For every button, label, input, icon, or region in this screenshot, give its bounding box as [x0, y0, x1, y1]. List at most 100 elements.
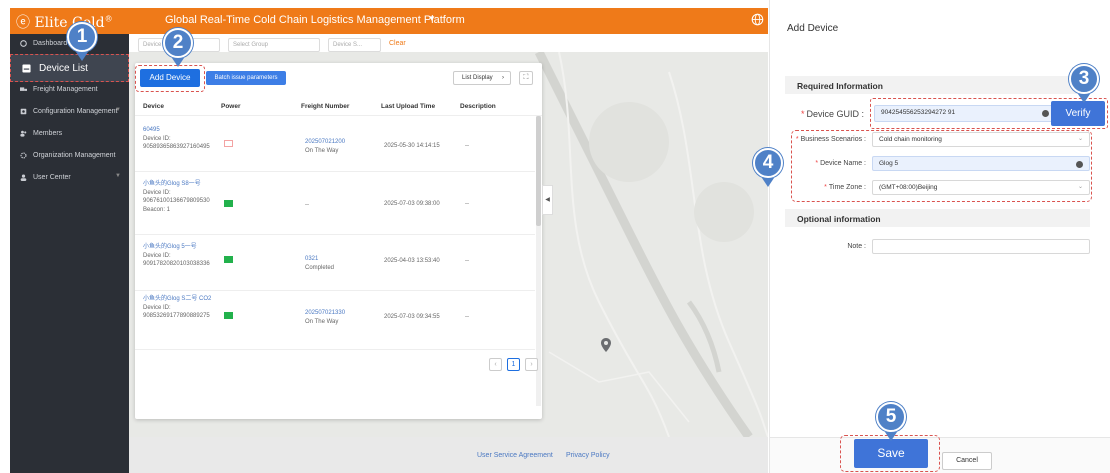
required-mark: *	[815, 160, 819, 167]
device-name-input[interactable]: Glog 5	[872, 156, 1090, 171]
user-icon	[20, 174, 27, 181]
cancel-button[interactable]: Cancel	[942, 452, 992, 470]
device-name-label: * Device Name :	[794, 160, 866, 167]
device-id-value: 90676100136679809530	[143, 198, 210, 204]
note-input[interactable]	[872, 239, 1090, 254]
save-button[interactable]: Save	[854, 439, 928, 468]
device-cell: 小鱼头的Glog 5一号 Device ID: 9091782082010303…	[143, 243, 218, 269]
table-row[interactable]: 小鱼头的Glog S8一号 Device ID: 906761001366798…	[135, 173, 535, 235]
freight-number-link[interactable]: 202507021200	[305, 138, 345, 147]
freight-status: On The Way	[305, 147, 339, 154]
table-row[interactable]: 小鱼头的Glog S二号 CO2 Device ID: 908532691778…	[135, 292, 535, 350]
sidebar-item-label: Device List	[39, 63, 88, 74]
clear-input-icon[interactable]	[1042, 110, 1049, 117]
verify-button[interactable]: Verify	[1051, 101, 1105, 126]
step-badge-pointer	[1078, 94, 1090, 103]
top-bar: ⓔ Elite Cold® Global Real-Time Cold Chai…	[10, 8, 768, 34]
fullscreen-icon[interactable]: ⛶	[519, 71, 533, 85]
table-row[interactable]: 60495 Device ID: 90589365863927160495 20…	[135, 117, 535, 172]
clear-filters-link[interactable]: Clear	[389, 40, 406, 47]
description: --	[465, 314, 469, 320]
column-header-power: Power	[221, 103, 241, 110]
list-display-label: List Display	[462, 75, 493, 81]
privacy-policy-link[interactable]: Privacy Policy	[566, 452, 610, 459]
guid-label: * Device GUID :	[790, 109, 864, 119]
freight-status: Completed	[305, 264, 335, 271]
device-name-link[interactable]: 小鱼头的Glog S二号 CO2	[143, 295, 218, 304]
app-root: ⓔ Elite Cold® Global Real-Time Cold Chai…	[0, 0, 1110, 473]
logo-icon: ⓔ	[16, 15, 30, 31]
device-icon	[22, 64, 31, 73]
user-agreement-link[interactable]: User Service Agreement	[477, 452, 553, 459]
step-badge-5: 5	[876, 402, 906, 432]
brand-mark: ®	[104, 14, 113, 24]
clear-input-icon[interactable]	[1076, 161, 1083, 168]
device-name-link[interactable]: 小鱼头的Glog S8一号	[143, 180, 218, 189]
step-badge-pointer	[885, 432, 897, 441]
group-select[interactable]: Select Group	[228, 38, 320, 52]
add-device-button[interactable]: Add Device	[140, 69, 200, 87]
collapse-panel-toggle[interactable]: ◀	[542, 185, 553, 215]
description: --	[465, 258, 469, 264]
chevron-down-icon: ⌄	[1077, 184, 1083, 190]
column-header-device: Device	[143, 103, 164, 110]
sidebar-item-organization[interactable]: Organization Management	[10, 146, 129, 166]
device-status-select[interactable]: Device S...	[328, 38, 381, 52]
page-number[interactable]: 1	[507, 358, 520, 371]
dashboard-icon	[20, 40, 27, 47]
scrollbar-thumb[interactable]	[536, 116, 541, 226]
next-page-button[interactable]: ›	[525, 358, 538, 371]
freight-number-link[interactable]: 202507021330	[305, 309, 345, 318]
freight-status: On The Way	[305, 318, 339, 325]
timezone-select[interactable]: (GMT+08:00)Beijing ⌄	[872, 180, 1090, 195]
device-cell: 60495 Device ID: 90589365863927160495	[143, 126, 218, 152]
sidebar: Dashboard Device List Freight Management…	[10, 34, 129, 473]
scenario-select[interactable]: Cold chain monitoring ⌄	[872, 132, 1090, 147]
truck-icon	[20, 87, 27, 91]
platform-title[interactable]: Global Real-Time Cold Chain Logistics Ma…	[165, 14, 465, 26]
chevron-down-icon: ⌄	[1077, 136, 1083, 142]
freight-cell: 202507021330 On The Way	[305, 309, 345, 326]
timezone-value: (GMT+08:00)Beijing	[879, 184, 938, 191]
sidebar-item-label: Freight Management	[33, 86, 98, 93]
map-pin-icon[interactable]	[601, 338, 611, 352]
sidebar-item-device-list[interactable]: Device List	[10, 54, 129, 82]
prev-page-button[interactable]: ‹	[489, 358, 502, 371]
device-id-label: Device ID:	[143, 189, 171, 196]
device-name-link[interactable]: 60495	[143, 126, 218, 135]
globe-icon[interactable]	[751, 13, 764, 26]
step-badge-pointer	[172, 58, 184, 67]
description: --	[465, 143, 469, 149]
step-badge-1: 1	[67, 22, 97, 52]
freight-cell: 0321 Completed	[305, 255, 334, 272]
guid-input[interactable]: 904254556253294272 91	[874, 105, 1056, 122]
table-row[interactable]: 小鱼头的Glog 5一号 Device ID: 9091782082010303…	[135, 236, 535, 291]
step-badge-pointer	[762, 178, 774, 187]
battery-icon	[224, 200, 233, 207]
last-upload-time: 2025-04-03 13:53:40	[384, 258, 440, 264]
freight-cell: --	[305, 201, 309, 210]
list-display-button[interactable]: List Display ›	[453, 71, 511, 85]
sidebar-item-configuration[interactable]: Configuration Management ▼	[10, 102, 129, 122]
device-list-panel: Add Device Batch issue parameters List D…	[135, 63, 542, 419]
sidebar-item-label: Configuration Management	[33, 108, 118, 115]
column-header-freight: Freight Number	[301, 103, 350, 110]
add-device-drawer: Add Device Required Information * Device …	[769, 0, 1110, 473]
members-icon	[20, 130, 27, 137]
batch-issue-button[interactable]: Batch issue parameters	[206, 71, 286, 85]
step-badge-2: 2	[163, 28, 193, 58]
brand-logo[interactable]: ⓔ Elite Cold®	[16, 12, 113, 32]
sidebar-item-user-center[interactable]: User Center ▼	[10, 168, 129, 188]
sidebar-item-freight[interactable]: Freight Management	[10, 80, 129, 100]
guid-label-text: Device GUID :	[806, 109, 864, 119]
sidebar-item-members[interactable]: Members	[10, 124, 129, 144]
table-header: Device Power Freight Number Last Upload …	[135, 96, 542, 116]
sidebar-item-label: User Center	[33, 174, 71, 181]
column-header-description: Description	[460, 103, 496, 110]
device-id-label: Device ID:	[143, 252, 171, 259]
freight-number-link[interactable]: 0321	[305, 255, 334, 264]
scenario-label-text: Business Scenarios :	[800, 136, 866, 143]
caret-down-icon[interactable]: ▼	[428, 14, 436, 23]
battery-icon	[224, 312, 233, 319]
device-name-link[interactable]: 小鱼头的Glog 5一号	[143, 243, 218, 252]
